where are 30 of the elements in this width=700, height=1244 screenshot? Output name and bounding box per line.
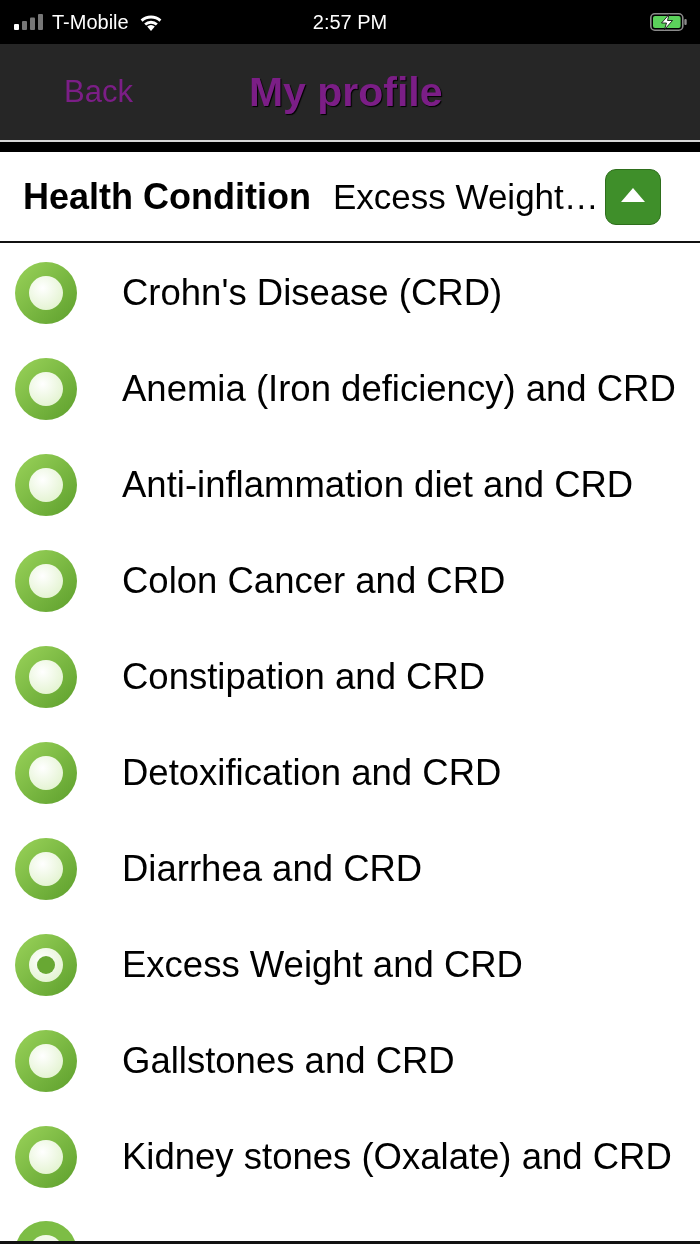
option-label[interactable]: Kidney stones (Oxalate) and CRD <box>122 1136 672 1178</box>
option-label[interactable]: Excess Weight and CRD <box>122 944 523 986</box>
dropdown-toggle-button[interactable] <box>604 168 661 225</box>
radio-icon[interactable] <box>15 742 77 804</box>
radio-icon[interactable] <box>15 1126 77 1188</box>
radio-icon[interactable] <box>15 646 77 708</box>
caret-up-icon <box>620 187 645 202</box>
radio-icon[interactable] <box>15 262 77 324</box>
clock-time: 2:57 PM <box>312 10 388 34</box>
radio-icon[interactable] <box>15 358 77 420</box>
option-label[interactable]: Crohn's Disease (CRD) <box>122 272 503 314</box>
page-title: My profile <box>248 68 443 116</box>
option-label[interactable]: Anemia (Iron deficiency) and CRD <box>122 368 676 410</box>
option-label[interactable]: Detoxification and CRD <box>122 752 502 794</box>
radio-selected-icon[interactable] <box>15 934 77 996</box>
radio-icon[interactable] <box>15 1030 77 1092</box>
picker-value[interactable]: Excess Weight… <box>332 176 599 217</box>
option-label[interactable]: Gallstones and CRD <box>122 1040 455 1082</box>
option-label[interactable]: Anti-inflammation diet and CRD <box>122 464 634 506</box>
wifi-icon <box>138 13 163 31</box>
battery-charging-icon <box>650 13 688 31</box>
radio-icon[interactable] <box>15 550 77 612</box>
radio-icon[interactable] <box>15 838 77 900</box>
picker-label: Health Condition <box>23 175 311 218</box>
signal-icon <box>14 14 44 30</box>
option-label[interactable]: Colon Cancer and CRD <box>122 560 506 602</box>
radio-icon[interactable] <box>15 454 77 516</box>
option-label[interactable]: Diarrhea and CRD <box>122 848 423 890</box>
option-label[interactable]: Constipation and CRD <box>122 656 486 698</box>
carrier-name: T-Mobile <box>52 10 129 34</box>
